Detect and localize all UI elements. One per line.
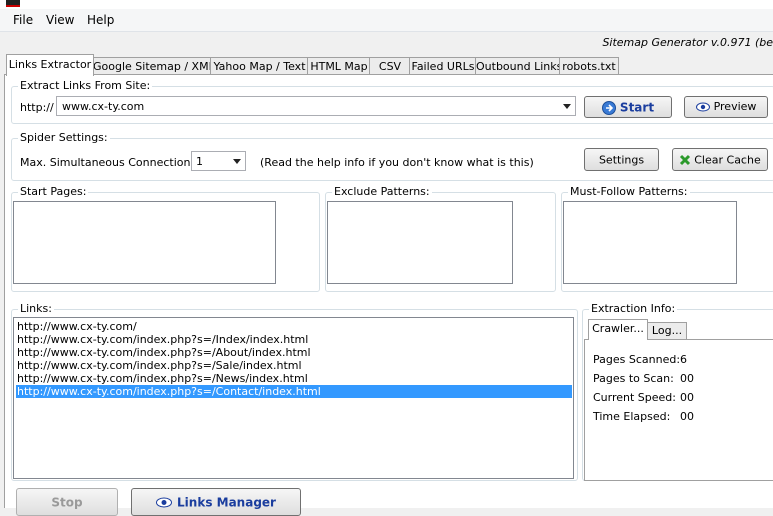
start-button[interactable]: Start — [584, 96, 672, 118]
exclude-title: Exclude Patterns: — [332, 185, 432, 198]
preview-eye-icon — [695, 102, 710, 112]
tab-links-extractor[interactable]: Links Extractor — [6, 54, 94, 76]
current-speed-value: 00 — [680, 391, 694, 404]
clear-cache-label: Clear Cache — [694, 153, 761, 167]
must-follow-title: Must-Follow Patterns: — [568, 185, 690, 198]
tab-yahoo-map[interactable]: Yahoo Map / Text — [210, 57, 309, 75]
tab-google-sitemap[interactable]: Google Sitemap / XML — [92, 57, 215, 75]
list-item-selected[interactable]: http://www.cx-ty.com/index.php?s=/Contac… — [16, 385, 572, 398]
tab-log[interactable]: Log... — [647, 322, 687, 340]
pages-to-scan-label: Pages to Scan: — [593, 372, 674, 385]
menu-file[interactable]: File — [13, 13, 33, 27]
list-item[interactable]: http://www.cx-ty.com/index.php?s=/Index/… — [16, 333, 572, 346]
settings-button[interactable]: Settings — [584, 148, 659, 171]
list-item[interactable]: http://www.cx-ty.com/index.php?s=/News/i… — [16, 372, 572, 385]
list-item[interactable]: http://www.cx-ty.com/ — [16, 320, 572, 333]
version-label: Sitemap Generator v.0.971 (be — [602, 36, 773, 49]
tab-csv[interactable]: CSV — [369, 57, 411, 75]
must-follow-group: Must-Follow Patterns: — [561, 185, 773, 292]
tab-failed-urls[interactable]: Failed URLs — [409, 57, 477, 75]
connections-select[interactable]: 1 — [191, 151, 246, 171]
links-manager-label: Links Manager — [177, 495, 276, 510]
menu-view[interactable]: View — [46, 13, 74, 27]
menu-help[interactable]: Help — [87, 13, 114, 27]
dropdown-arrow-icon[interactable] — [563, 104, 571, 109]
links-listbox[interactable]: http://www.cx-ty.com/ http://www.cx-ty.c… — [13, 317, 574, 479]
crawler-panel: Pages Scanned: 6 Pages to Scan: 00 Curre… — [584, 339, 773, 481]
tab-html-map[interactable]: HTML Map — [307, 57, 371, 75]
start-pages-title: Start Pages: — [18, 185, 89, 198]
extract-group: Extract Links From Site: http:// www.cx-… — [11, 79, 773, 124]
tab-robots[interactable]: robots.txt — [559, 57, 619, 75]
url-combobox[interactable]: www.cx-ty.com — [56, 96, 576, 116]
tab-outbound-links[interactable]: Outbound Links — [475, 57, 562, 75]
preview-button[interactable]: Preview — [684, 96, 768, 118]
start-icon — [601, 100, 616, 115]
start-label: Start — [619, 100, 655, 115]
links-extractor-panel: Extract Links From Site: http:// www.cx-… — [4, 74, 773, 516]
list-item[interactable]: http://www.cx-ty.com/index.php?s=/Sale/i… — [16, 359, 572, 372]
extraction-info-group: Extraction Info: Crawler... Log... Pages… — [582, 302, 773, 481]
start-pages-group: Start Pages: — [11, 185, 320, 292]
time-elapsed-label: Time Elapsed: — [593, 410, 671, 423]
links-manager-eye-icon — [156, 497, 173, 508]
pages-scanned-label: Pages Scanned: — [593, 353, 681, 366]
title-strip — [0, 0, 773, 9]
extraction-info-title: Extraction Info: — [589, 302, 678, 315]
clear-cache-icon — [680, 154, 691, 166]
pages-to-scan-value: 00 — [680, 372, 694, 385]
spider-title: Spider Settings: — [18, 131, 110, 144]
links-group: Links: http://www.cx-ty.com/ http://www.… — [11, 302, 578, 481]
connections-label: Max. Simultaneous Connections: — [20, 156, 200, 169]
connections-help-text: (Read the help info if you don't know wh… — [260, 156, 534, 169]
preview-label: Preview — [713, 100, 757, 113]
pages-scanned-value: 6 — [680, 353, 687, 366]
connections-value: 1 — [196, 155, 203, 168]
app-icon — [6, 0, 20, 7]
links-title: Links: — [18, 302, 54, 315]
exclude-patterns-group: Exclude Patterns: — [325, 185, 556, 292]
must-follow-textarea[interactable] — [563, 201, 737, 284]
stop-button[interactable]: Stop — [16, 488, 118, 516]
clear-cache-button[interactable]: Clear Cache — [672, 148, 768, 171]
current-speed-label: Current Speed: — [593, 391, 676, 404]
links-manager-button[interactable]: Links Manager — [131, 488, 301, 516]
dropdown-arrow-icon[interactable] — [233, 159, 241, 164]
exclude-textarea[interactable] — [327, 201, 513, 284]
extract-title: Extract Links From Site: — [18, 79, 153, 92]
tab-crawler[interactable]: Crawler... — [588, 319, 648, 340]
start-pages-textarea[interactable] — [13, 201, 276, 284]
spider-settings-group: Spider Settings: Max. Simultaneous Conne… — [11, 131, 773, 181]
time-elapsed-value: 00 — [680, 410, 694, 423]
menu-bar: File View Help — [0, 9, 773, 32]
stop-label: Stop — [51, 495, 83, 510]
settings-label: Settings — [598, 153, 645, 167]
url-prefix: http:// — [20, 101, 54, 114]
url-input[interactable]: www.cx-ty.com — [62, 100, 144, 113]
list-item[interactable]: http://www.cx-ty.com/index.php?s=/About/… — [16, 346, 572, 359]
